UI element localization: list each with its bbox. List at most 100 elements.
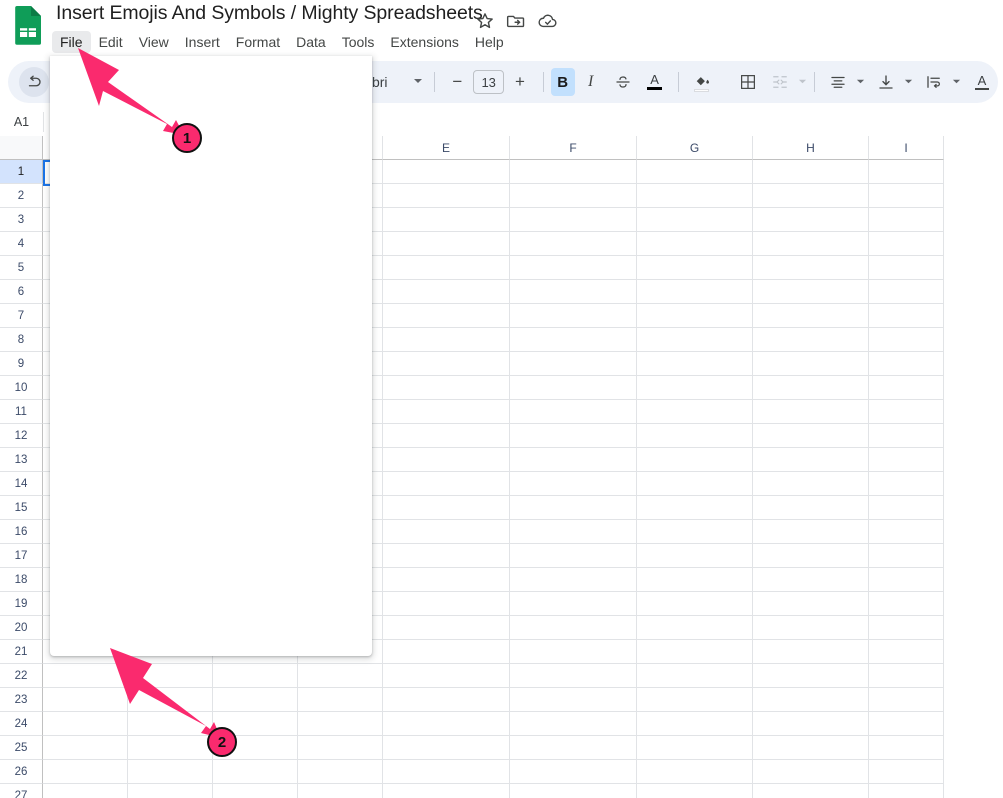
vertical-align-icon[interactable] (871, 67, 901, 97)
cell-A25[interactable] (43, 736, 128, 760)
cell-I15[interactable] (869, 496, 944, 520)
menu-view[interactable]: View (131, 31, 177, 53)
cell-F7[interactable] (510, 304, 637, 328)
row-header-19[interactable]: 19 (0, 592, 43, 616)
row-header-2[interactable]: 2 (0, 184, 43, 208)
cell-G19[interactable] (637, 592, 753, 616)
row-header-8[interactable]: 8 (0, 328, 43, 352)
cell-A27[interactable] (43, 784, 128, 798)
cell-G2[interactable] (637, 184, 753, 208)
halign-chevron-down-icon[interactable] (856, 77, 865, 88)
cell-E10[interactable] (383, 376, 510, 400)
cell-I16[interactable] (869, 520, 944, 544)
cell-F5[interactable] (510, 256, 637, 280)
fill-color-icon[interactable] (686, 67, 716, 97)
cell-G12[interactable] (637, 424, 753, 448)
name-box[interactable]: A1 (0, 108, 43, 136)
text-wrapping-icon[interactable] (919, 67, 949, 97)
cell-E24[interactable] (383, 712, 510, 736)
cell-I19[interactable] (869, 592, 944, 616)
cell-C27[interactable] (213, 784, 298, 798)
cell-C26[interactable] (213, 760, 298, 784)
cell-E14[interactable] (383, 472, 510, 496)
cell-B25[interactable] (128, 736, 213, 760)
text-rotation-icon[interactable]: A (967, 67, 997, 97)
decrease-font-size-button[interactable]: − (442, 67, 472, 97)
cell-E3[interactable] (383, 208, 510, 232)
column-header-f[interactable]: F (510, 136, 637, 160)
cell-F3[interactable] (510, 208, 637, 232)
cell-E18[interactable] (383, 568, 510, 592)
cell-F12[interactable] (510, 424, 637, 448)
cell-G14[interactable] (637, 472, 753, 496)
cell-I27[interactable] (869, 784, 944, 798)
cell-H20[interactable] (753, 616, 869, 640)
cell-H1[interactable] (753, 160, 869, 184)
cell-G21[interactable] (637, 640, 753, 664)
cell-F6[interactable] (510, 280, 637, 304)
move-to-folder-icon[interactable] (506, 11, 526, 31)
cell-D23[interactable] (298, 688, 383, 712)
cell-I24[interactable] (869, 712, 944, 736)
cell-F14[interactable] (510, 472, 637, 496)
cell-I1[interactable] (869, 160, 944, 184)
row-header-16[interactable]: 16 (0, 520, 43, 544)
cell-G27[interactable] (637, 784, 753, 798)
merge-chevron-down-icon[interactable] (798, 77, 807, 88)
cell-H3[interactable] (753, 208, 869, 232)
column-header-h[interactable]: H (753, 136, 869, 160)
cell-I5[interactable] (869, 256, 944, 280)
cell-D22[interactable] (298, 664, 383, 688)
row-header-11[interactable]: 11 (0, 400, 43, 424)
row-header-25[interactable]: 25 (0, 736, 43, 760)
cell-E23[interactable] (383, 688, 510, 712)
cell-H11[interactable] (753, 400, 869, 424)
column-header-g[interactable]: G (637, 136, 753, 160)
cell-I11[interactable] (869, 400, 944, 424)
cell-H25[interactable] (753, 736, 869, 760)
cell-F16[interactable] (510, 520, 637, 544)
cell-F22[interactable] (510, 664, 637, 688)
cell-E15[interactable] (383, 496, 510, 520)
cell-I21[interactable] (869, 640, 944, 664)
cell-H16[interactable] (753, 520, 869, 544)
cell-G7[interactable] (637, 304, 753, 328)
cell-E19[interactable] (383, 592, 510, 616)
cell-E20[interactable] (383, 616, 510, 640)
cell-E6[interactable] (383, 280, 510, 304)
cell-F25[interactable] (510, 736, 637, 760)
cell-G6[interactable] (637, 280, 753, 304)
row-header-22[interactable]: 22 (0, 664, 43, 688)
cell-E26[interactable] (383, 760, 510, 784)
google-sheets-logo[interactable] (14, 5, 44, 45)
cell-I25[interactable] (869, 736, 944, 760)
cell-D24[interactable] (298, 712, 383, 736)
menu-extensions[interactable]: Extensions (382, 31, 466, 53)
cell-A23[interactable] (43, 688, 128, 712)
cell-C22[interactable] (213, 664, 298, 688)
cell-G4[interactable] (637, 232, 753, 256)
cell-H13[interactable] (753, 448, 869, 472)
cell-F20[interactable] (510, 616, 637, 640)
menu-edit[interactable]: Edit (91, 31, 131, 53)
menu-tools[interactable]: Tools (334, 31, 383, 53)
undo-icon[interactable] (19, 67, 49, 97)
cell-G10[interactable] (637, 376, 753, 400)
cell-I6[interactable] (869, 280, 944, 304)
row-header-17[interactable]: 17 (0, 544, 43, 568)
cell-I23[interactable] (869, 688, 944, 712)
cell-B23[interactable] (128, 688, 213, 712)
cell-I8[interactable] (869, 328, 944, 352)
cell-F27[interactable] (510, 784, 637, 798)
cell-I14[interactable] (869, 472, 944, 496)
cell-G22[interactable] (637, 664, 753, 688)
row-header-6[interactable]: 6 (0, 280, 43, 304)
cell-I18[interactable] (869, 568, 944, 592)
cell-G16[interactable] (637, 520, 753, 544)
cell-B22[interactable] (128, 664, 213, 688)
column-header-e[interactable]: E (383, 136, 510, 160)
row-header-21[interactable]: 21 (0, 640, 43, 664)
cell-F15[interactable] (510, 496, 637, 520)
cell-I26[interactable] (869, 760, 944, 784)
cell-F2[interactable] (510, 184, 637, 208)
